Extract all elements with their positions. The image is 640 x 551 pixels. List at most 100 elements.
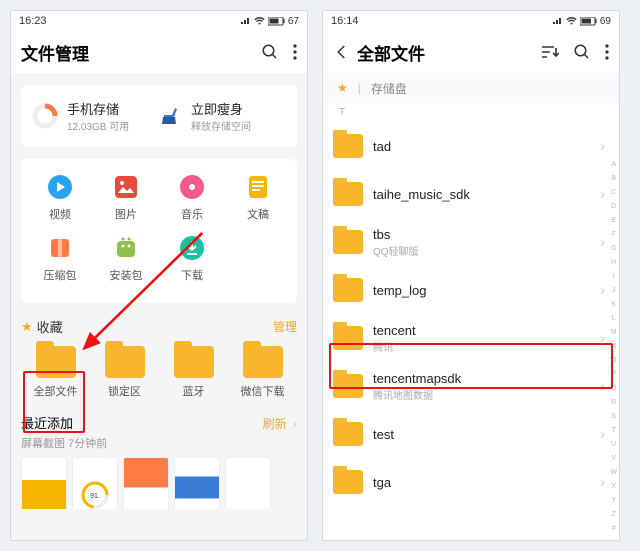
alpha-G[interactable]: G xyxy=(610,245,617,252)
refresh-button[interactable]: 刷新 xyxy=(263,415,287,432)
back-icon[interactable] xyxy=(333,43,351,61)
thumb[interactable] xyxy=(21,457,67,509)
status-time: 16:14 xyxy=(331,15,359,27)
signal-icon xyxy=(553,17,563,25)
cat-label: 图片 xyxy=(115,206,137,222)
storage-ring-icon xyxy=(31,102,59,130)
alpha-D[interactable]: D xyxy=(610,203,617,210)
alpha-B[interactable]: B xyxy=(610,175,617,182)
cat-archives[interactable]: 压缩包 xyxy=(27,234,93,283)
folder-row[interactable]: temp_log› xyxy=(323,266,619,314)
more-icon[interactable] xyxy=(605,44,609,60)
alpha-M[interactable]: M xyxy=(610,329,617,336)
alpha-R[interactable]: R xyxy=(610,399,617,406)
folder-row[interactable]: tad› xyxy=(323,122,619,170)
alpha-K[interactable]: K xyxy=(610,301,617,308)
alpha-#[interactable]: # xyxy=(610,525,617,532)
folder-icon xyxy=(243,346,283,378)
music-icon xyxy=(178,173,206,201)
alpha-E[interactable]: E xyxy=(610,217,617,224)
phone-right: 16:14 69 全部文件 ★ | 存储盘 T tad›taihe_music_… xyxy=(322,10,620,541)
image-icon xyxy=(112,173,140,201)
alpha-Z[interactable]: Z xyxy=(610,511,617,518)
star-icon[interactable]: ★ xyxy=(337,81,348,95)
folder-row[interactable]: tga› xyxy=(323,458,619,506)
cat-label: 音乐 xyxy=(181,206,203,222)
alpha-H[interactable]: H xyxy=(610,259,617,266)
left-content: 手机存储 12.03GB 可用 立即瘦身 释放存储空间 视频 图片 音乐 文稿压缩包 安… xyxy=(11,73,307,540)
search-icon[interactable] xyxy=(573,43,591,61)
page-title: 全部文件 xyxy=(357,40,535,65)
folder-icon xyxy=(333,134,363,158)
slim-title: 立即瘦身 xyxy=(191,99,251,118)
thumb[interactable] xyxy=(174,457,220,509)
folder-name: tbs xyxy=(373,227,590,242)
fav-locked[interactable]: 锁定区 xyxy=(90,346,159,399)
cat-images[interactable]: 图片 xyxy=(93,173,159,222)
storage-filter[interactable]: 存储盘 xyxy=(371,80,407,97)
storage-card: 手机存储 12.03GB 可用 立即瘦身 释放存储空间 xyxy=(21,85,297,147)
search-icon[interactable] xyxy=(261,43,279,61)
recent-thumbs[interactable]: 91. xyxy=(21,457,297,509)
status-bar: 16:23 67 xyxy=(11,11,307,31)
alpha-T[interactable]: T xyxy=(610,427,617,434)
folder-icon xyxy=(333,278,363,302)
cat-label: 视频 xyxy=(49,206,71,222)
title-bar: 全部文件 xyxy=(323,31,619,73)
alpha-S[interactable]: S xyxy=(610,413,617,420)
slim-now[interactable]: 立即瘦身 释放存储空间 xyxy=(159,99,287,133)
alpha-V[interactable]: V xyxy=(610,455,617,462)
alpha-F[interactable]: F xyxy=(610,231,617,238)
cat-video[interactable]: 视频 xyxy=(27,173,93,222)
alpha-L[interactable]: L xyxy=(610,315,617,322)
alpha-C[interactable]: C xyxy=(610,189,617,196)
folder-name: tad xyxy=(373,139,590,154)
folder-row[interactable]: tbsQQ轻聊版› xyxy=(323,218,619,266)
manage-button[interactable]: 管理 xyxy=(273,318,297,335)
thumb[interactable] xyxy=(123,457,169,509)
highlight-box xyxy=(23,371,85,433)
signal-icon xyxy=(241,17,251,25)
alpha-W[interactable]: W xyxy=(610,469,617,476)
sort-icon[interactable] xyxy=(541,45,559,59)
alpha-J[interactable]: J xyxy=(610,287,617,294)
battery-text: 69 xyxy=(600,16,611,27)
alpha-X[interactable]: X xyxy=(610,483,617,490)
wifi-icon xyxy=(254,17,265,25)
folder-icon xyxy=(105,346,145,378)
broom-icon xyxy=(159,104,183,128)
cat-label: 压缩包 xyxy=(44,267,77,283)
recent-sub: 屏幕截图 7分钟前 xyxy=(21,435,297,451)
favorites-header: ★ 收藏 管理 xyxy=(21,317,297,336)
folder-row[interactable]: test› xyxy=(323,410,619,458)
alpha-U[interactable]: U xyxy=(610,441,617,448)
dl-icon xyxy=(178,234,206,262)
phone-storage-title: 手机存储 xyxy=(67,99,129,118)
alpha-I[interactable]: I xyxy=(610,273,617,280)
title-bar: 文件管理 xyxy=(11,31,307,73)
cat-docs[interactable]: 文稿 xyxy=(225,173,291,222)
chevron-right-icon: › xyxy=(600,234,605,250)
fav-label: 微信下载 xyxy=(241,383,285,399)
status-right: 67 xyxy=(241,16,299,27)
folder-name: test xyxy=(373,427,590,442)
alpha-A[interactable]: A xyxy=(610,161,617,168)
fav-bluetooth[interactable]: 蓝牙 xyxy=(159,346,228,399)
cat-music[interactable]: 音乐 xyxy=(159,173,225,222)
thumb[interactable]: 91. xyxy=(72,457,118,509)
fav-wechat-dl[interactable]: 微信下载 xyxy=(228,346,297,399)
folder-name: taihe_music_sdk xyxy=(373,187,590,202)
more-icon[interactable] xyxy=(293,44,297,60)
cat-label: 下载 xyxy=(181,267,203,283)
battery-icon xyxy=(268,17,285,26)
cat-label: 安装包 xyxy=(110,267,143,283)
favorites-title: 收藏 xyxy=(37,317,63,336)
thumb[interactable] xyxy=(225,457,271,509)
ring-icon: 91. xyxy=(80,480,110,509)
chevron-right-icon[interactable]: › xyxy=(293,416,297,431)
phone-storage[interactable]: 手机存储 12.03GB 可用 xyxy=(31,99,159,133)
folder-row[interactable]: taihe_music_sdk› xyxy=(323,170,619,218)
alpha-Y[interactable]: Y xyxy=(610,497,617,504)
cat-downloads[interactable]: 下载 xyxy=(159,234,225,283)
cat-apk[interactable]: 安装包 xyxy=(93,234,159,283)
